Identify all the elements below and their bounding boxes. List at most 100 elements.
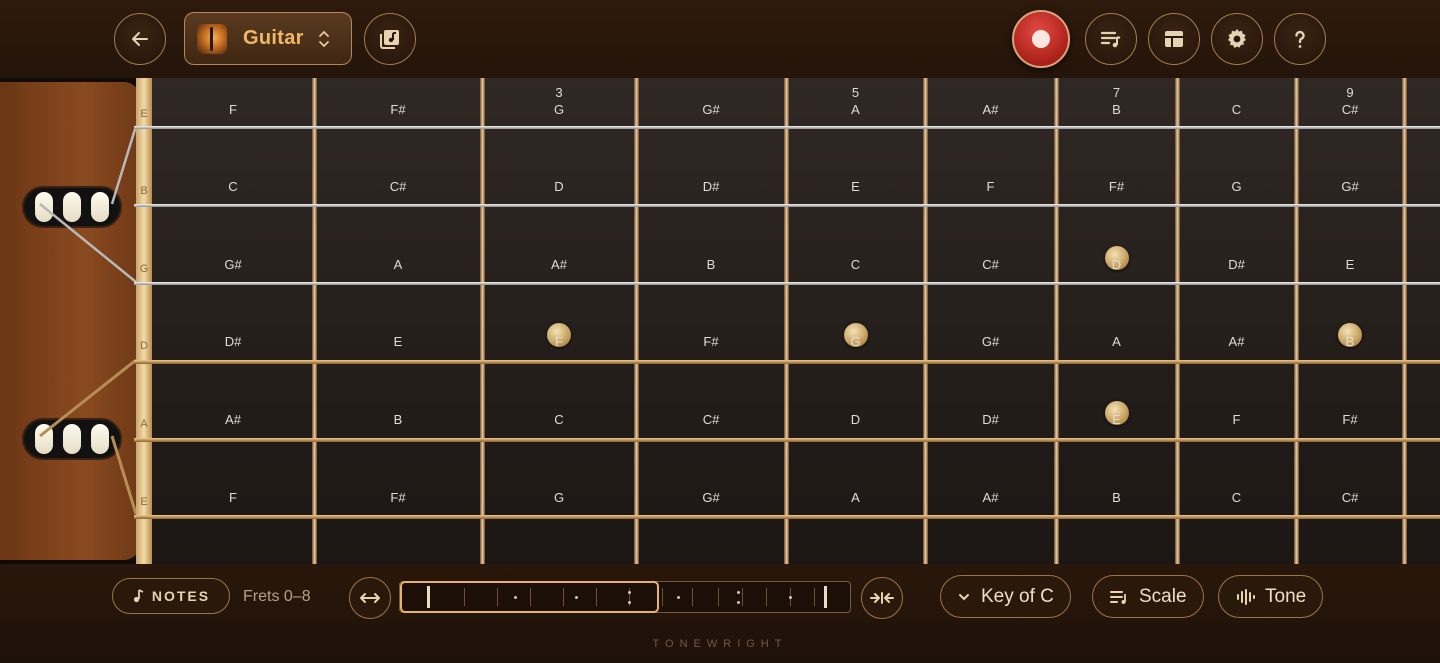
minimap-dot (628, 601, 631, 604)
fret-note-label[interactable]: E (1112, 412, 1121, 427)
fret-note-label[interactable]: B (394, 412, 403, 427)
fret-wire (634, 78, 639, 564)
minimap-tick (718, 588, 719, 606)
minimap-dot (514, 596, 517, 599)
fret-note-label[interactable]: C# (390, 179, 407, 194)
fret-note-label[interactable]: C# (703, 412, 720, 427)
fret-number: 9 (1346, 85, 1354, 100)
fret-note-label[interactable]: A# (551, 257, 567, 272)
key-selector[interactable]: Key of C (940, 575, 1071, 618)
fret-note-label[interactable]: G# (702, 102, 719, 117)
fret-wire (784, 78, 789, 564)
tone-label: Tone (1265, 585, 1307, 607)
fret-note-label[interactable]: B (707, 257, 716, 272)
minimap-tick (742, 588, 743, 606)
minimap-tick (662, 588, 663, 606)
fret-note-label[interactable]: C (1232, 490, 1241, 505)
back-arrow-icon (132, 32, 148, 46)
fret-range-minimap[interactable] (399, 581, 851, 613)
fret-note-label[interactable]: G (850, 334, 860, 349)
fret-note-label[interactable]: D# (982, 412, 999, 427)
fret-note-label[interactable]: G# (1341, 179, 1358, 194)
fret-note-label[interactable]: A (851, 102, 860, 117)
fret-note-label[interactable]: G# (224, 257, 241, 272)
fretboard[interactable]: E B G D A E 3 5 7 9 F F# G G# A A# B C C# C C# D D# E F F# G G# G# A A… (0, 78, 1440, 564)
fret-note-label[interactable]: D# (703, 179, 720, 194)
fret-note-label[interactable]: F (987, 179, 995, 194)
gear-icon (1228, 29, 1246, 48)
fret-note-label[interactable]: C# (1342, 102, 1359, 117)
fret-note-label[interactable]: F (555, 334, 563, 349)
scale-button[interactable]: Scale (1092, 575, 1204, 618)
notes-label: NOTES (151, 588, 211, 604)
fret-note-label[interactable]: A# (1229, 334, 1245, 349)
minimap-tick (530, 588, 531, 606)
fret-note-label[interactable]: B (1346, 334, 1355, 349)
fret-note-label[interactable]: F# (703, 334, 718, 349)
frets-range: Frets 0–8 (243, 588, 311, 605)
fret-note-label[interactable]: D# (1228, 257, 1245, 272)
fret-note-label[interactable]: F (229, 102, 237, 117)
layout-icon (1165, 31, 1183, 47)
fret-note-label[interactable]: A (1112, 334, 1121, 349)
open-string-label: D (140, 340, 148, 352)
string-connectors (39, 125, 138, 515)
fret-note-label[interactable]: A# (225, 412, 241, 427)
music-library-icon (380, 30, 399, 49)
help-button[interactable] (1274, 13, 1326, 65)
layout-button[interactable] (1148, 13, 1200, 65)
record-button[interactable] (1012, 10, 1070, 68)
minimap-tick (563, 588, 564, 606)
fret-note-label[interactable]: E (394, 334, 403, 349)
fret-note-label[interactable]: G (554, 490, 564, 505)
expand-range-button[interactable] (349, 577, 391, 619)
instrument-selector[interactable]: Guitar (184, 12, 352, 65)
fret-note-label[interactable]: D (851, 412, 860, 427)
collapse-range-button[interactable] (861, 577, 903, 619)
fret-note-label[interactable]: C# (982, 257, 999, 272)
fret-note-label[interactable]: B (1112, 490, 1121, 505)
fret-note-label[interactable]: A (851, 490, 860, 505)
fret-note-label[interactable]: G# (702, 490, 719, 505)
library-button[interactable] (364, 13, 416, 65)
fret-note-label[interactable]: A# (983, 490, 999, 505)
fret-note-label[interactable]: E (851, 179, 860, 194)
notes-toggle-button[interactable]: NOTES (112, 578, 230, 614)
fret-wire (1294, 78, 1299, 564)
minimap-tick (464, 588, 465, 606)
record-icon (1032, 30, 1050, 48)
fret-note-label[interactable]: F# (1342, 412, 1357, 427)
tone-button[interactable]: Tone (1218, 575, 1324, 618)
minimap-dot (737, 601, 740, 604)
playlist-button[interactable] (1085, 13, 1137, 65)
fret-note-label[interactable]: C (1232, 102, 1241, 117)
fret-note-label[interactable]: D (1112, 257, 1121, 272)
minimap-tick (692, 588, 693, 606)
fret-note-label[interactable]: B (1112, 102, 1121, 117)
back-button[interactable] (114, 13, 166, 65)
fret-note-label[interactable]: A# (983, 102, 999, 117)
fret-note-label[interactable]: D (554, 179, 563, 194)
fret-note-label[interactable]: F# (390, 102, 405, 117)
fret-note-label[interactable]: G (1231, 179, 1241, 194)
fret-note-label[interactable]: A (394, 257, 403, 272)
fret-note-label[interactable]: F (229, 490, 237, 505)
fret-note-label[interactable]: C# (1342, 490, 1359, 505)
fret-wire (312, 78, 317, 564)
fret-note-label[interactable]: G# (982, 334, 999, 349)
fret-note-label[interactable]: C (851, 257, 860, 272)
open-string-label: B (140, 185, 148, 197)
fret-note-label[interactable]: G (554, 102, 564, 117)
settings-button[interactable] (1211, 13, 1263, 65)
string-line (134, 515, 1440, 519)
scale-list-icon (1110, 590, 1126, 604)
fret-note-label[interactable]: C (554, 412, 563, 427)
playlist-icon (1100, 31, 1121, 48)
fret-note-label[interactable]: D# (225, 334, 242, 349)
fret-note-label[interactable]: F (1233, 412, 1241, 427)
fret-note-label[interactable]: C (228, 179, 237, 194)
fret-note-label[interactable]: F# (1109, 179, 1124, 194)
fret-note-label[interactable]: F# (390, 490, 405, 505)
minimap-dot (789, 596, 792, 599)
fret-note-label[interactable]: E (1346, 257, 1355, 272)
